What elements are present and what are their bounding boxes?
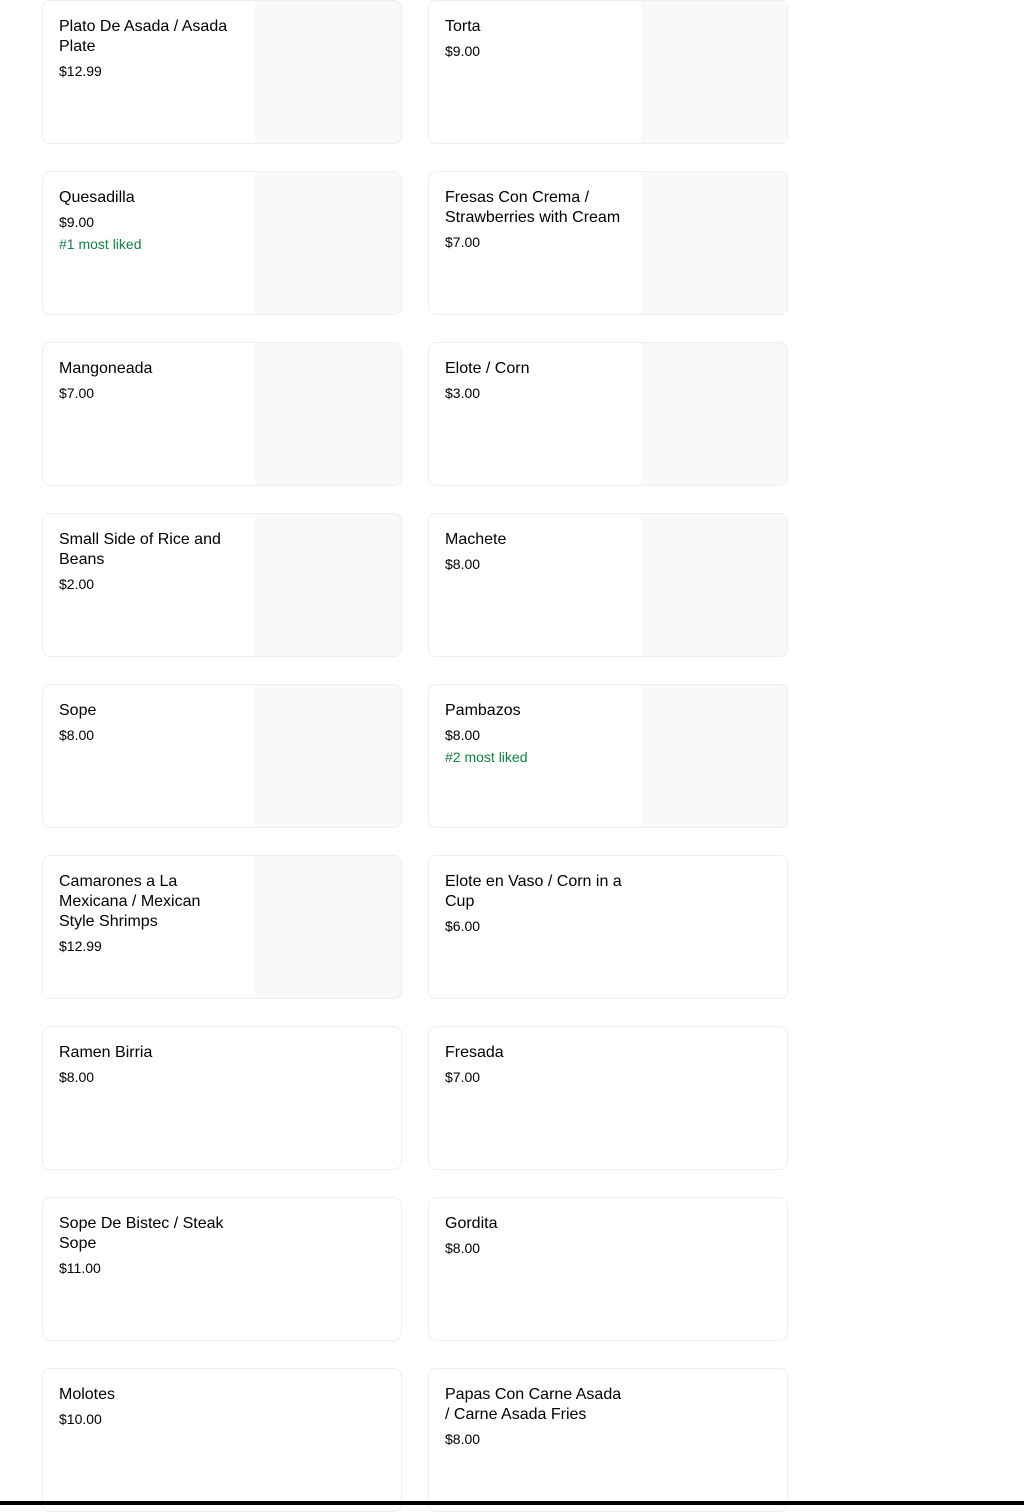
menu-item-card[interactable]: Plato De Asada / Asada Plate $12.99 [42,0,402,144]
menu-item-name: Machete [445,531,507,548]
menu-item-price: $7.00 [445,1069,481,1085]
menu-item-card[interactable]: Ramen Birria $8.00 [42,1026,402,1170]
menu-item-card[interactable]: Sope $8.00 [42,684,402,828]
menu-item-name: Plato De Asada / Asada Plate [59,18,228,55]
menu-item-name: Elote en Vaso / Corn in a Cup [445,873,622,910]
menu-item-price: $8.00 [445,556,481,572]
menu-item-price: $8.00 [445,1240,481,1256]
menu-item-photo-placeholder [641,514,787,656]
menu-item-price: $8.00 [59,1069,95,1085]
menu-item-text: Camarones a La Mexicana / Mexican Style … [59,872,239,954]
menu-item-name: Quesadilla [59,189,135,206]
menu-item-price: $2.00 [59,576,95,592]
menu-item-card[interactable]: Papas Con Carne Asada / Carne Asada Frie… [428,1368,788,1512]
menu-item-photo-placeholder [255,172,401,314]
menu-item-price: $8.00 [59,727,95,743]
menu-item-card[interactable]: Camarones a La Mexicana / Mexican Style … [42,855,402,999]
menu-item-price: $7.00 [445,234,481,250]
menu-item-card[interactable]: Machete $8.00 [428,513,788,657]
menu-item-name: Fresas Con Crema / Strawberries with Cre… [445,189,621,226]
menu-item-price: $12.99 [59,63,102,79]
menu-item-card[interactable]: Sope De Bistec / Steak Sope $11.00 [42,1197,402,1341]
menu-item-text: Sope $8.00 [59,701,239,743]
menu-item-card[interactable]: Molotes $10.00 [42,1368,402,1512]
menu-item-text: Quesadilla $9.00 #1 most liked [59,188,239,252]
menu-item-photo-placeholder [641,685,787,827]
most-liked-badge: #1 most liked [59,236,142,252]
menu-item-name: Small Side of Rice and Beans [59,531,221,568]
menu-item-name: Papas Con Carne Asada / Carne Asada Frie… [445,1386,622,1423]
menu-item-name: Camarones a La Mexicana / Mexican Style … [59,873,201,930]
menu-item-text: Gordita $8.00 [445,1214,625,1256]
menu-item-text: Mangoneada $7.00 [59,359,239,401]
menu-item-card[interactable]: Elote / Corn $3.00 [428,342,788,486]
menu-item-price: $9.00 [59,214,95,230]
menu-item-card[interactable]: Fresas Con Crema / Strawberries with Cre… [428,171,788,315]
menu-item-card[interactable]: Mangoneada $7.00 [42,342,402,486]
menu-item-text: Small Side of Rice and Beans $2.00 [59,530,239,592]
menu-item-card[interactable]: Small Side of Rice and Beans $2.00 [42,513,402,657]
menu-item-card[interactable]: Fresada $7.00 [428,1026,788,1170]
menu-item-name: Sope De Bistec / Steak Sope [59,1215,224,1252]
menu-item-name: Ramen Birria [59,1044,153,1061]
menu-item-card[interactable]: Pambazos $8.00 #2 most liked [428,684,788,828]
menu-item-price: $12.99 [59,938,102,954]
menu-item-text: Torta $9.00 [445,17,625,59]
menu-item-photo-placeholder [255,856,401,998]
menu-item-price: $8.00 [445,1431,481,1447]
menu-item-card[interactable]: Elote en Vaso / Corn in a Cup $6.00 [428,855,788,999]
menu-item-name: Elote / Corn [445,360,530,377]
menu-item-price: $6.00 [445,918,481,934]
menu-item-photo-placeholder [255,514,401,656]
menu-item-name: Gordita [445,1215,498,1232]
menu-item-text: Machete $8.00 [445,530,625,572]
menu-item-text: Elote en Vaso / Corn in a Cup $6.00 [445,872,625,934]
menu-item-photo-placeholder [641,172,787,314]
menu-item-photo-placeholder [255,1,401,143]
menu-item-name: Torta [445,18,481,35]
menu-item-text: Sope De Bistec / Steak Sope $11.00 [59,1214,239,1276]
menu-item-photo-placeholder [641,343,787,485]
menu-item-price: $8.00 [445,727,481,743]
menu-item-photo-placeholder [255,343,401,485]
menu-item-text: Pambazos $8.00 #2 most liked [445,701,625,765]
menu-item-name: Pambazos [445,702,521,719]
menu-item-price: $3.00 [445,385,481,401]
menu-item-price: $9.00 [445,43,481,59]
menu-item-text: Fresas Con Crema / Strawberries with Cre… [445,188,625,250]
menu-item-text: Papas Con Carne Asada / Carne Asada Frie… [445,1385,625,1447]
menu-item-name: Molotes [59,1386,116,1403]
menu-item-text: Elote / Corn $3.00 [445,359,625,401]
menu-item-card[interactable]: Gordita $8.00 [428,1197,788,1341]
menu-item-name: Sope [59,702,97,719]
menu-item-photo-placeholder [641,1,787,143]
menu-item-name: Fresada [445,1044,504,1061]
menu-item-text: Fresada $7.00 [445,1043,625,1085]
menu-item-card[interactable]: Torta $9.00 [428,0,788,144]
menu-item-price: $10.00 [59,1411,102,1427]
bottom-divider [0,1501,1024,1505]
menu-item-card[interactable]: Quesadilla $9.00 #1 most liked [42,171,402,315]
menu-item-text: Ramen Birria $8.00 [59,1043,239,1085]
menu-item-price: $11.00 [59,1260,101,1276]
menu-item-text: Molotes $10.00 [59,1385,239,1427]
menu-item-text: Plato De Asada / Asada Plate $12.99 [59,17,239,79]
menu-item-name: Mangoneada [59,360,153,377]
most-liked-badge: #2 most liked [445,749,528,765]
menu-item-photo-placeholder [255,685,401,827]
menu-item-price: $7.00 [59,385,95,401]
